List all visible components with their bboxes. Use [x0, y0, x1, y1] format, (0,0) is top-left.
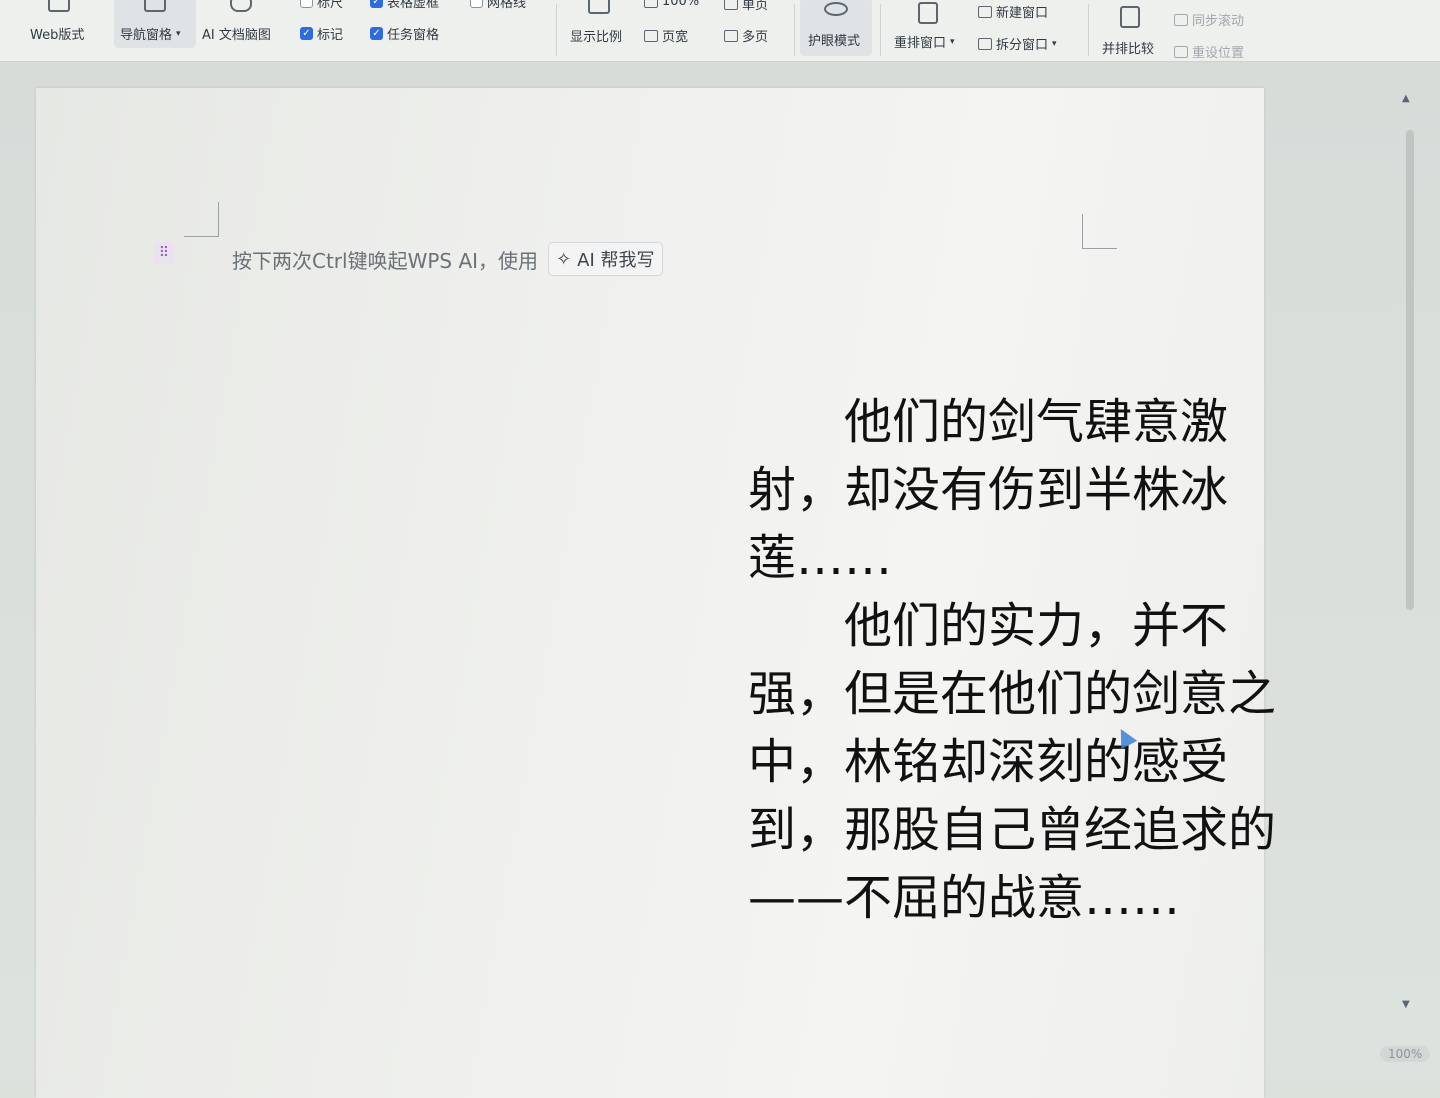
ai-mindmap-button[interactable]: AI 文档脑图 — [202, 24, 271, 43]
zoom-label: 显示比例 — [570, 30, 623, 45]
sync-scroll-button[interactable]: 同步滚动 — [1174, 10, 1244, 29]
reset-position-label: 重设位置 — [1192, 46, 1245, 61]
wps-ai-hint: 按下两次Ctrl键唤起WPS AI，使用 ✧ AI 帮我写 — [232, 242, 663, 276]
zoom-100-label: 100% — [662, 0, 700, 9]
eye-protection-button[interactable]: 护眼模式 — [808, 30, 860, 49]
table-gridlines-label: 表格虚框 — [387, 0, 440, 11]
eye-protection-label: 护眼模式 — [808, 34, 861, 49]
zoom-icon — [588, 0, 610, 14]
arrange-windows-label: 重排窗口 — [894, 36, 947, 51]
ribbon-divider — [556, 4, 557, 56]
multi-page-label: 多页 — [742, 30, 769, 45]
ai-mindmap-label: AI 文档脑图 — [202, 28, 271, 43]
page-width-label: 页宽 — [662, 30, 689, 45]
chevron-down-icon: ▾ — [950, 36, 955, 47]
ruler-label: 标尺 — [317, 0, 344, 11]
chevron-down-icon: ▾ — [176, 28, 181, 39]
document-body[interactable]: 他们的剑气肆意激射，却没有伤到半株冰莲…… 他们的实力，并不强，但是在他们的剑意… — [748, 388, 1288, 932]
checkbox-checked-icon: ✓ — [370, 0, 383, 8]
chevron-down-icon: ▾ — [1052, 38, 1057, 49]
scroll-up-arrow-icon[interactable]: ▲ — [1402, 94, 1410, 104]
side-by-side-icon — [1120, 6, 1140, 28]
sync-scroll-label: 同步滚动 — [1192, 14, 1245, 29]
gridlines-checkbox[interactable]: 网格线 — [470, 0, 526, 11]
zoom-indicator: 100% — [1380, 1046, 1431, 1062]
single-page-button[interactable]: 单页 — [724, 0, 768, 13]
web-layout-button[interactable]: Web版式 — [30, 24, 84, 43]
side-by-side-label: 并排比较 — [1102, 42, 1155, 57]
eye-icon — [824, 2, 848, 16]
ruler-checkbox[interactable]: 标尺 — [300, 0, 343, 11]
document-page[interactable]: ⠿ 按下两次Ctrl键唤起WPS AI，使用 ✧ AI 帮我写 他们的剑气肆意激… — [36, 88, 1276, 1098]
checkbox-unchecked-icon — [300, 0, 313, 8]
nav-pane-button[interactable]: 导航窗格 ▾ — [120, 24, 181, 43]
arrange-windows-button[interactable]: 重排窗口 ▾ — [894, 32, 955, 51]
table-gridlines-checkbox[interactable]: ✓ 表格虚框 — [370, 0, 439, 11]
task-pane-label: 任务窗格 — [387, 28, 440, 43]
side-by-side-button[interactable]: 并排比较 — [1102, 38, 1154, 57]
zoom-100-button[interactable]: 100% — [644, 0, 699, 9]
margin-corner-top-left — [184, 202, 219, 237]
sync-scroll-icon — [1174, 13, 1188, 26]
reset-position-icon — [1174, 45, 1188, 58]
ai-sparkle-icon: ✧ — [556, 248, 572, 270]
page-width-button[interactable]: 页宽 — [644, 26, 688, 45]
single-page-icon — [724, 0, 738, 10]
split-window-icon — [978, 37, 992, 50]
multi-page-button[interactable]: 多页 — [724, 26, 768, 45]
block-drag-handle-icon[interactable]: ⠿ — [154, 242, 174, 264]
split-window-button[interactable]: 拆分窗口 ▾ — [978, 34, 1057, 53]
ai-help-write-label: AI 帮我写 — [577, 250, 655, 271]
nav-pane-icon — [144, 0, 166, 12]
margin-corner-top-right — [1082, 214, 1117, 249]
checkbox-checked-icon: ✓ — [300, 27, 313, 40]
page-width-icon — [644, 29, 658, 42]
ribbon-divider — [794, 4, 795, 56]
scroll-down-arrow-icon[interactable]: ▼ — [1402, 1000, 1410, 1010]
multi-page-icon — [724, 29, 738, 42]
scrollbar-thumb[interactable] — [1406, 130, 1414, 610]
ai-help-write-button[interactable]: ✧ AI 帮我写 — [548, 242, 663, 276]
zoom-button[interactable]: 显示比例 — [570, 26, 622, 45]
gridlines-label: 网格线 — [487, 0, 527, 11]
task-pane-checkbox[interactable]: ✓ 任务窗格 — [370, 24, 439, 43]
ai-hint-text: 按下两次Ctrl键唤起WPS AI，使用 — [232, 248, 539, 273]
ribbon-divider — [880, 4, 881, 56]
new-window-label: 新建窗口 — [996, 6, 1049, 21]
web-layout-label: Web版式 — [30, 28, 85, 43]
arrange-windows-icon — [918, 2, 938, 24]
document-canvas: ⠿ 按下两次Ctrl键唤起WPS AI，使用 ✧ AI 帮我写 他们的剑气肆意激… — [0, 62, 1440, 1098]
split-window-label: 拆分窗口 — [996, 38, 1049, 53]
markup-checkbox[interactable]: ✓ 标记 — [300, 24, 343, 43]
markup-label: 标记 — [317, 28, 344, 43]
ai-mindmap-icon — [230, 0, 252, 12]
new-window-button[interactable]: 新建窗口 — [978, 2, 1048, 21]
view-ribbon: Web版式 导航窗格 ▾ AI 文档脑图 标尺 ✓ 表格虚框 网格线 ✓ 标记 … — [0, 0, 1440, 62]
zoom-100-icon — [644, 0, 658, 8]
web-layout-icon — [48, 0, 70, 12]
single-page-label: 单页 — [742, 0, 769, 13]
paragraph[interactable]: 他们的实力，并不强，但是在他们的剑意之中，林铭却深刻的感受到，那股自己曾经追求的… — [748, 592, 1288, 932]
nav-pane-label: 导航窗格 — [120, 28, 173, 43]
reset-position-button[interactable]: 重设位置 — [1174, 42, 1244, 61]
checkbox-unchecked-icon — [470, 0, 483, 8]
checkbox-checked-icon: ✓ — [370, 27, 383, 40]
ribbon-divider — [1088, 4, 1089, 56]
new-window-icon — [978, 5, 992, 18]
paragraph[interactable]: 他们的剑气肆意激射，却没有伤到半株冰莲…… — [748, 388, 1288, 592]
